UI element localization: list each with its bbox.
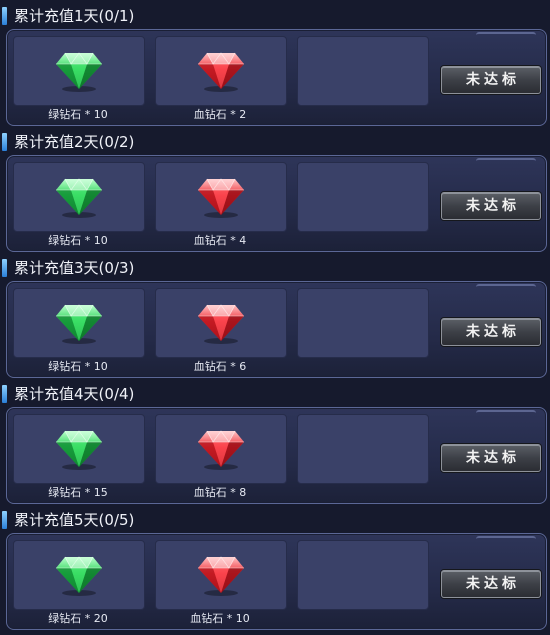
red-diamond-icon <box>197 553 245 597</box>
red-diamond-icon <box>197 175 245 219</box>
red-diamond-icon <box>197 301 245 345</box>
reward-slot-red-diamond[interactable] <box>155 540 287 610</box>
reward-label-red-diamond: 血钻石 * 8 <box>193 486 247 499</box>
section-header: 累计充值4天(0/4) <box>2 384 302 404</box>
claim-button-not-reached[interactable]: 未达标 <box>441 66 541 94</box>
reward-slot-empty <box>297 288 429 358</box>
section-title: 累计充值3天(0/3) <box>14 259 135 277</box>
reward-label-red-diamond: 血钻石 * 2 <box>193 108 247 121</box>
claim-button-not-reached[interactable]: 未达标 <box>441 444 541 472</box>
reward-panel: 绿钻石 * 15 血钻石 * 8 未达标 <box>6 407 547 504</box>
section-title: 累计充值5天(0/5) <box>14 511 135 529</box>
reward-slot-red-diamond[interactable] <box>155 162 287 232</box>
red-diamond-icon <box>197 49 245 93</box>
claim-button-not-reached[interactable]: 未达标 <box>441 192 541 220</box>
reward-section-day-4: 累计充值4天(0/4) 绿钻石 * 15 血钻石 * 8 未达标 <box>0 378 550 504</box>
reward-panel: 绿钻石 * 20 血钻石 * 10 未达标 <box>6 533 547 630</box>
green-diamond-icon <box>55 301 103 345</box>
section-header: 累计充值5天(0/5) <box>2 510 302 530</box>
recharge-reward-list: 累计充值1天(0/1) 绿钻石 * 10 血钻石 * 2 未达标 累计充值2天(… <box>0 0 550 635</box>
reward-slot-empty <box>297 36 429 106</box>
header-accent-bar <box>2 511 7 529</box>
reward-section-day-5: 累计充值5天(0/5) 绿钻石 * 20 血钻石 * 10 未达标 <box>0 504 550 630</box>
green-diamond-icon <box>55 49 103 93</box>
reward-slot-green-diamond[interactable] <box>13 414 145 484</box>
green-diamond-icon <box>55 175 103 219</box>
reward-slot-green-diamond[interactable] <box>13 162 145 232</box>
reward-slot-red-diamond[interactable] <box>155 414 287 484</box>
reward-label-red-diamond: 血钻石 * 10 <box>190 612 250 625</box>
reward-slot-green-diamond[interactable] <box>13 288 145 358</box>
section-title: 累计充值1天(0/1) <box>14 7 135 25</box>
reward-label-green-diamond: 绿钻石 * 10 <box>48 360 108 373</box>
reward-panel: 绿钻石 * 10 血钻石 * 4 未达标 <box>6 155 547 252</box>
section-header: 累计充值2天(0/2) <box>2 132 302 152</box>
reward-slot-empty <box>297 540 429 610</box>
green-diamond-icon <box>55 427 103 471</box>
reward-slot-red-diamond[interactable] <box>155 36 287 106</box>
reward-slot-empty <box>297 414 429 484</box>
header-accent-bar <box>2 385 7 403</box>
reward-panel: 绿钻石 * 10 血钻石 * 2 未达标 <box>6 29 547 126</box>
reward-slot-red-diamond[interactable] <box>155 288 287 358</box>
reward-label-green-diamond: 绿钻石 * 15 <box>48 486 108 499</box>
reward-section-day-2: 累计充值2天(0/2) 绿钻石 * 10 血钻石 * 4 未达标 <box>0 126 550 252</box>
section-title: 累计充值2天(0/2) <box>14 133 135 151</box>
section-title: 累计充值4天(0/4) <box>14 385 135 403</box>
header-accent-bar <box>2 133 7 151</box>
section-header: 累计充值3天(0/3) <box>2 258 302 278</box>
reward-label-red-diamond: 血钻石 * 6 <box>193 360 247 373</box>
header-accent-bar <box>2 7 7 25</box>
green-diamond-icon <box>55 553 103 597</box>
reward-label-green-diamond: 绿钻石 * 20 <box>48 612 108 625</box>
reward-section-day-1: 累计充值1天(0/1) 绿钻石 * 10 血钻石 * 2 未达标 <box>0 0 550 126</box>
header-accent-bar <box>2 259 7 277</box>
red-diamond-icon <box>197 427 245 471</box>
reward-slot-empty <box>297 162 429 232</box>
reward-section-day-3: 累计充值3天(0/3) 绿钻石 * 10 血钻石 * 6 未达标 <box>0 252 550 378</box>
reward-slot-green-diamond[interactable] <box>13 540 145 610</box>
reward-label-green-diamond: 绿钻石 * 10 <box>48 234 108 247</box>
claim-button-not-reached[interactable]: 未达标 <box>441 570 541 598</box>
reward-panel: 绿钻石 * 10 血钻石 * 6 未达标 <box>6 281 547 378</box>
reward-slot-green-diamond[interactable] <box>13 36 145 106</box>
reward-label-red-diamond: 血钻石 * 4 <box>193 234 247 247</box>
claim-button-not-reached[interactable]: 未达标 <box>441 318 541 346</box>
section-header: 累计充值1天(0/1) <box>2 6 302 26</box>
reward-label-green-diamond: 绿钻石 * 10 <box>48 108 108 121</box>
